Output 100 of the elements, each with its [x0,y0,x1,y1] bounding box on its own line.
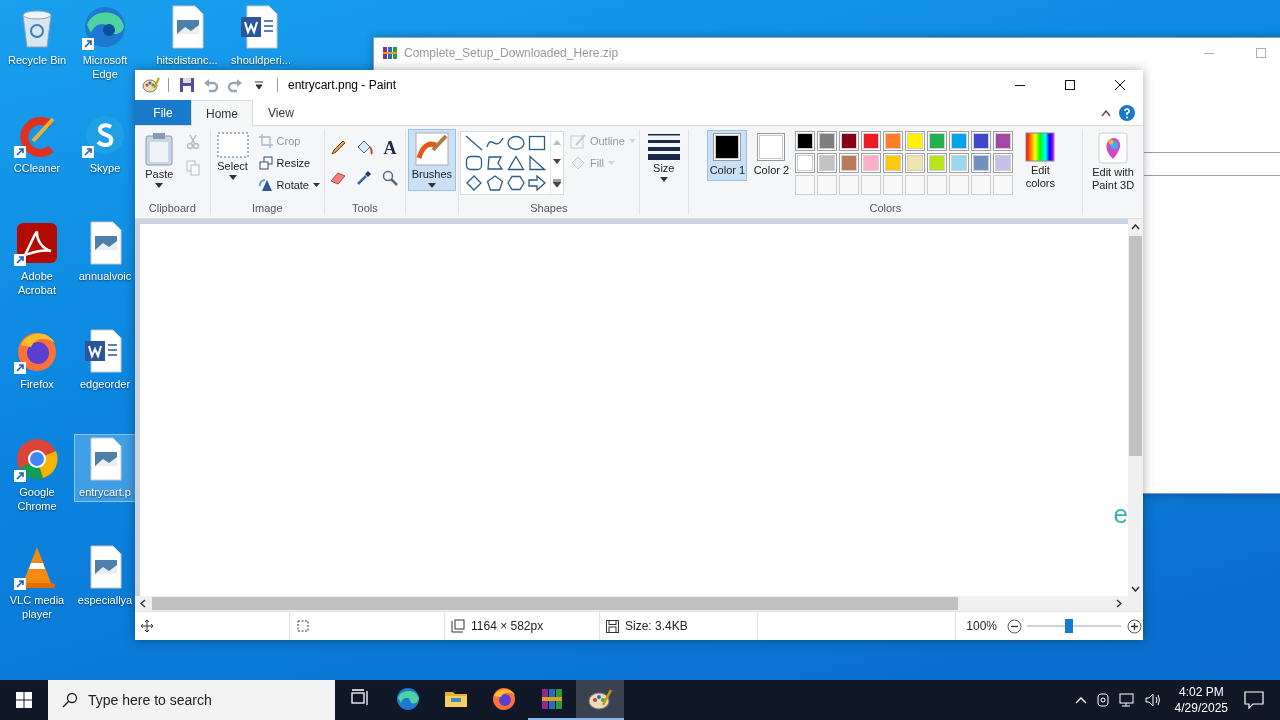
desktop-shortcut[interactable]: shouldperi... [225,2,297,70]
expand-icon[interactable] [552,179,561,187]
desktop-shortcut[interactable]: Adobe Acrobat [1,218,73,300]
windows-icon [16,692,32,708]
zoom-in-button[interactable] [1125,617,1143,635]
scroll-right-icon[interactable] [1116,599,1122,608]
minus-icon [1006,618,1022,634]
volume-icon[interactable] [1144,692,1163,708]
slider-thumb[interactable] [1065,619,1074,633]
brushes-button[interactable]: Brushes [407,129,457,191]
line-shape[interactable] [464,135,483,151]
clock-date: 4/29/2025 [1174,700,1228,716]
save-button[interactable] [177,75,197,95]
desktop-shortcut[interactable]: Google Chrome [1,434,73,516]
size-button[interactable]: Size [642,129,685,185]
clock-time: 4:02 PM [1178,684,1224,700]
ribbon-tab[interactable]: Home [191,100,253,126]
resize-button[interactable]: Resize [256,153,313,172]
scroll-down-icon[interactable] [1131,586,1140,592]
color-slot-button[interactable]: Color 2 [751,130,792,181]
rectangle-shape[interactable] [527,135,546,151]
paste-button[interactable]: Paste [140,129,179,191]
color-slot-button[interactable]: Color 1 [707,130,748,181]
desktop-shortcut[interactable]: edgeorder [74,326,136,394]
selection-size-icon [296,619,310,633]
desktop-shortcut[interactable]: Microsoft Edge [74,2,136,84]
desktop-shortcut[interactable]: especiallya [74,542,136,610]
maximize-icon [1256,48,1266,58]
close-icon [1115,80,1125,90]
diamond-shape[interactable] [464,175,483,191]
redo-icon [227,77,243,93]
hexagon-shape[interactable] [506,175,525,191]
drawing-canvas[interactable]: e [140,224,1128,596]
group-label: Image [251,201,284,216]
paint-bucket-icon [569,154,586,171]
rounded-rectangle-shape[interactable] [464,155,483,171]
paint-3d-button[interactable]: Edit with Paint 3D [1085,129,1141,195]
desktop-shortcut[interactable]: entrycart.p [74,434,136,502]
scissors-icon [186,134,201,150]
move-icon [141,620,153,632]
window-title: entrycart.png - Paint [288,78,397,92]
caret-icon [608,160,615,165]
desktop-shortcut[interactable]: Firefox [1,326,73,394]
image-size-icon [451,619,465,633]
undo-icon [203,77,219,93]
collapse-ribbon-icon[interactable] [1101,108,1111,117]
device-icon[interactable] [1094,692,1111,708]
select-button[interactable]: Select [212,129,253,183]
copy-icon [186,160,201,176]
brush-icon [414,132,449,166]
eyedropper-icon [355,170,372,186]
network-icon[interactable] [1118,692,1137,708]
polygon-shape[interactable] [485,155,504,171]
paint-palette-icon [142,76,160,94]
arrow-shape[interactable] [527,175,546,191]
desktop-shortcut[interactable]: CCleaner [1,110,73,178]
search-icon [62,692,78,708]
group-label: Tools [351,201,379,216]
triangle-shape[interactable] [506,155,525,171]
eraser-icon [329,171,346,185]
oval-shape[interactable] [506,135,525,151]
image-dimensions: 1164 × 582px [471,619,544,633]
group-label: Clipboard [147,201,197,216]
line-width-icon [646,132,681,160]
help-icon[interactable] [1119,104,1135,121]
zoom-slider[interactable] [1027,618,1121,634]
color-spectrum-icon [1025,132,1056,162]
notification-icon[interactable] [1244,691,1264,709]
desktop-shortcut[interactable]: Skype [74,110,136,178]
rotate-button[interactable]: Rotate [256,175,322,194]
browser-icon [395,686,421,712]
save-icon [179,77,195,93]
canvas-text: e [1113,499,1128,529]
plus-icon [1126,618,1142,634]
rotate-icon [258,177,273,192]
caret-icon [313,182,320,187]
scroll-down-icon[interactable] [552,159,561,165]
desktop-shortcut[interactable]: annualvoic [74,218,136,286]
scroll-up-icon[interactable] [1131,224,1140,230]
ribbon-tab[interactable]: View [253,100,309,125]
pentagon-shape[interactable] [485,175,504,191]
vertical-scrollbar[interactable] [1128,219,1143,596]
caret-icon [254,80,264,90]
file-menu-button[interactable]: File [135,100,191,125]
search-field[interactable]: Type here to search [48,680,335,720]
caret-icon [628,138,636,143]
caret-icon [155,183,164,188]
desktop-shortcut[interactable]: hitsdistanc... [151,2,223,70]
scroll-left-icon[interactable] [140,599,146,608]
taskbar-app-button[interactable] [576,680,624,720]
desktop-shortcut[interactable]: VLC media player [1,542,73,624]
desktop-shortcut[interactable]: Recycle Bin [1,2,73,70]
zoom-out-button[interactable] [1005,617,1023,635]
edit-colors-button[interactable]: Edit colors [1017,129,1064,193]
right-triangle-shape[interactable] [527,155,546,171]
text-tool-button[interactable]: A [378,137,401,159]
archive-icon [382,45,398,61]
maximize-icon [1065,80,1075,90]
selection-icon [216,132,249,158]
chevron-up-icon[interactable] [1074,696,1087,704]
